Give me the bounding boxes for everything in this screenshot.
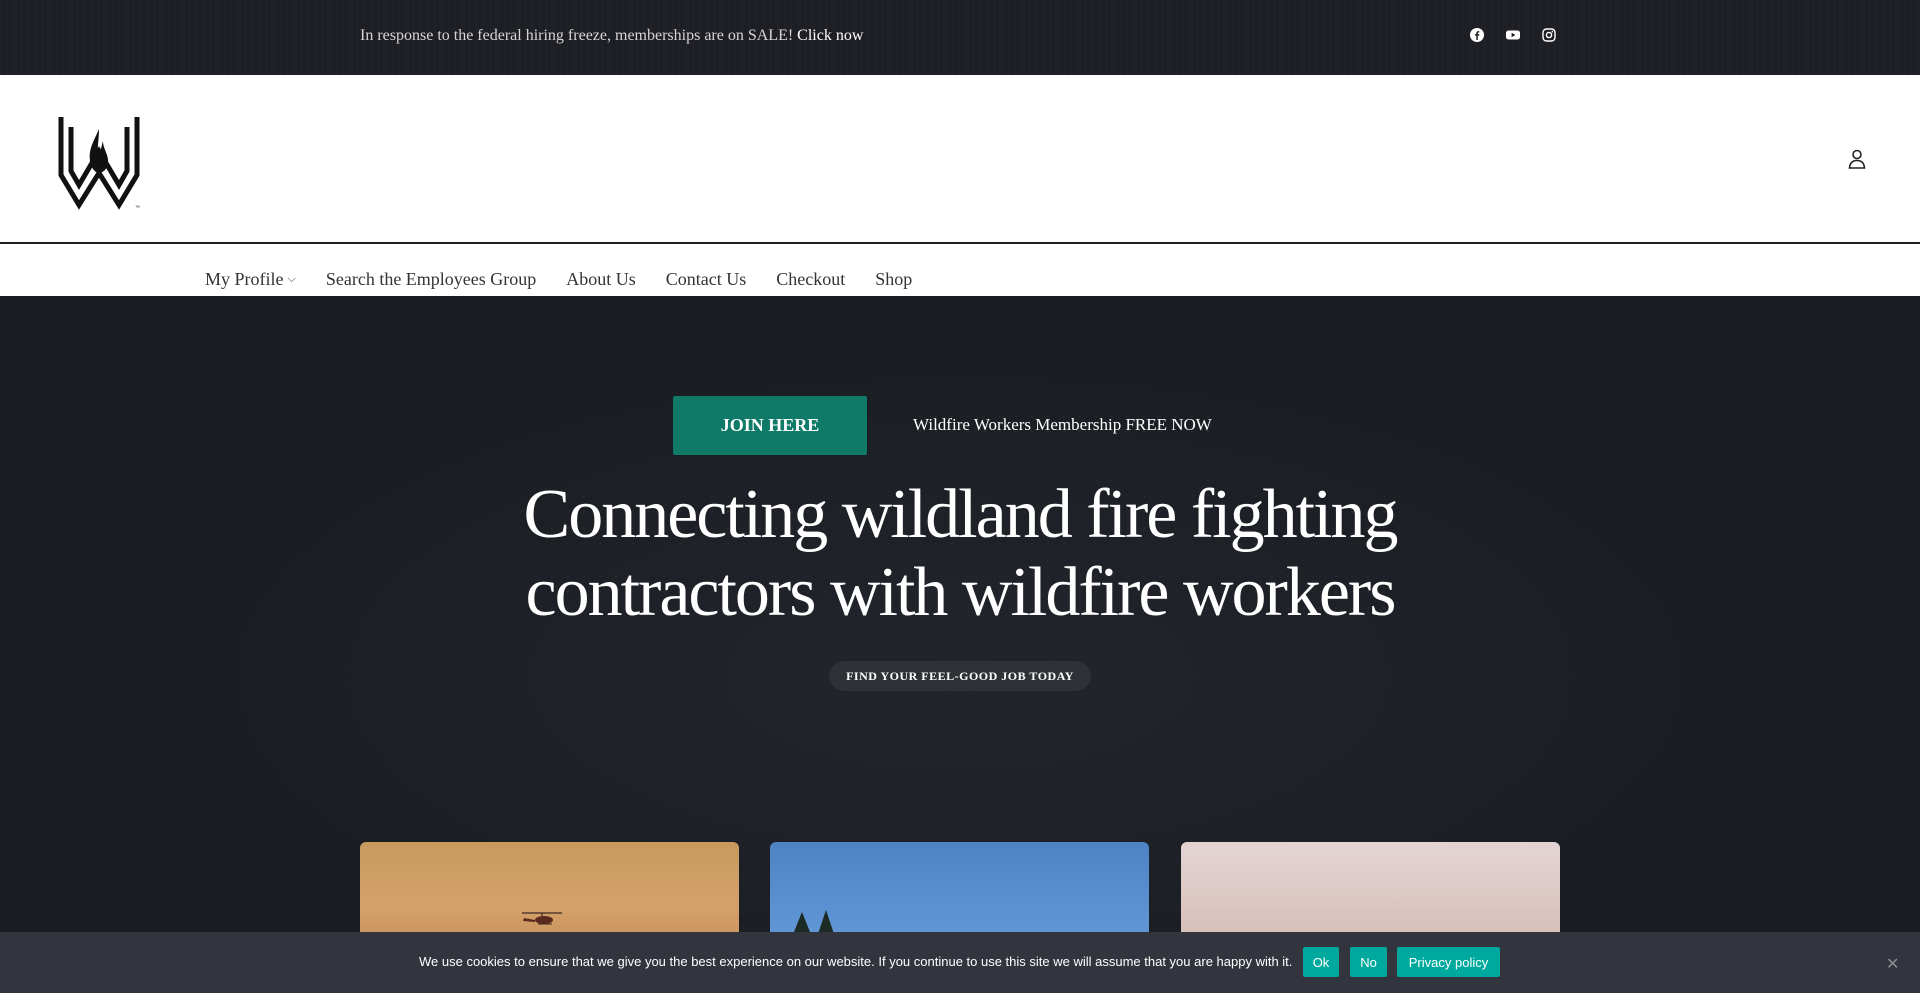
cookie-message: We use cookies to ensure that we give yo… xyxy=(419,954,1293,969)
join-here-button[interactable]: JOIN HERE xyxy=(673,396,867,455)
cookie-ok-button[interactable]: Ok xyxy=(1303,947,1339,977)
privacy-policy-button[interactable]: Privacy policy xyxy=(1397,947,1500,977)
find-job-pill[interactable]: FIND YOUR FEEL-GOOD JOB TODAY xyxy=(829,661,1091,691)
helicopter-image xyxy=(522,912,562,925)
nav-item-checkout[interactable]: Checkout xyxy=(776,269,845,290)
close-icon[interactable]: ✕ xyxy=(1886,954,1899,974)
announcement-bar: In response to the federal hiring freeze… xyxy=(0,0,1920,75)
youtube-icon[interactable] xyxy=(1506,28,1520,42)
promo-text: Wildfire Workers Membership FREE NOW xyxy=(913,415,1212,434)
hero-headline-line-1: Connecting wildland fire fighting xyxy=(523,476,1399,553)
nav-item-about-us[interactable]: About Us xyxy=(566,269,636,290)
nav-item-label: Shop xyxy=(875,269,913,289)
nav-item-label: Checkout xyxy=(776,269,846,289)
instagram-icon[interactable] xyxy=(1542,28,1556,42)
user-account-icon[interactable] xyxy=(1847,148,1867,170)
nav-item-contact-us[interactable]: Contact Us xyxy=(666,269,747,290)
facebook-icon[interactable] xyxy=(1470,28,1484,42)
cookie-consent-bar: We use cookies to ensure that we give yo… xyxy=(0,932,1920,993)
nav-item-my-profile[interactable]: My Profile ⌵ xyxy=(205,269,296,290)
membership-promo-link[interactable]: Wildfire Workers Membership FREE NOW xyxy=(905,415,1212,435)
announcement-text: In response to the federal hiring freeze… xyxy=(360,27,863,45)
chevron-down-icon: ⌵ xyxy=(287,273,296,285)
announcement-link[interactable]: Click now xyxy=(797,27,863,44)
nav-item-shop[interactable]: Shop xyxy=(875,269,912,290)
main-navigation: My Profile ⌵ Search the Employees Group … xyxy=(0,244,1920,296)
wildfire-workers-logo[interactable]: ™ xyxy=(57,115,141,211)
cookie-no-button[interactable]: No xyxy=(1350,947,1387,977)
nav-item-label: Search the Employees Group xyxy=(325,269,537,289)
svg-text:™: ™ xyxy=(135,205,140,211)
nav-item-label: About Us xyxy=(566,269,636,289)
site-header: ™ xyxy=(0,75,1920,244)
hero-headline-line-2: contractors with wildfire workers xyxy=(525,554,1397,631)
social-links xyxy=(1470,28,1556,42)
nav-item-search-employees-group[interactable]: Search the Employees Group xyxy=(326,269,536,290)
announcement-message: In response to the federal hiring freeze… xyxy=(360,27,794,44)
hero-headline: Connecting wildland fire fighting contra… xyxy=(460,476,1460,632)
nav-item-label: My Profile xyxy=(205,269,284,289)
nav-item-label: Contact Us xyxy=(665,269,747,289)
hero-section: JOIN HERE Wildfire Workers Membership FR… xyxy=(0,296,1920,993)
